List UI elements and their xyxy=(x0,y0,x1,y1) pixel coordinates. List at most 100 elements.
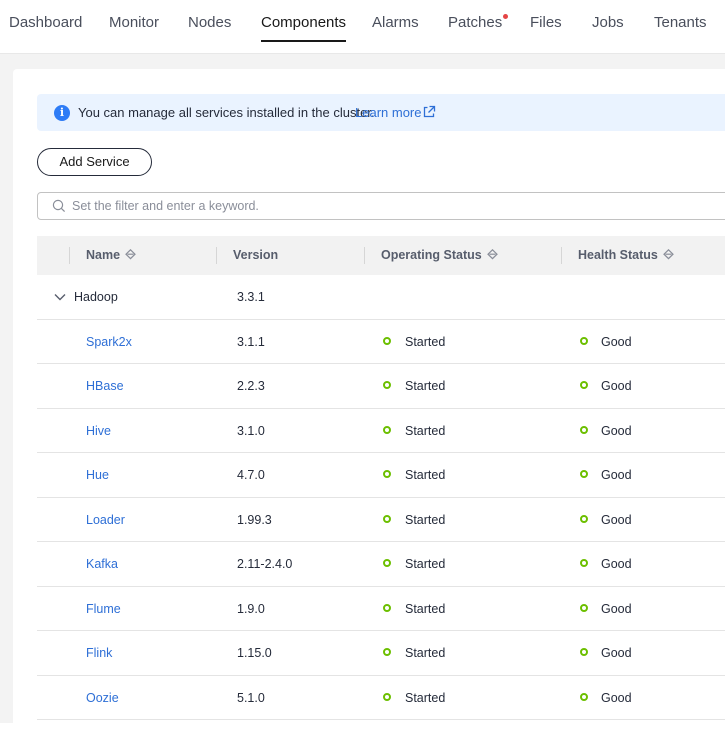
operating-status: Started xyxy=(405,423,446,438)
status-indicator-icon xyxy=(383,425,391,434)
tab-label: Tenants xyxy=(654,14,707,31)
tab-jobs[interactable]: Jobs xyxy=(592,14,624,31)
filter-search-box[interactable] xyxy=(37,192,725,220)
health-indicator-icon xyxy=(580,559,588,567)
service-name-link[interactable]: Hue xyxy=(86,468,109,482)
health-indicator-icon xyxy=(580,381,588,389)
active-tab-indicator xyxy=(261,40,347,42)
column-divider xyxy=(69,247,70,264)
column-divider xyxy=(364,247,365,264)
health-status: Good xyxy=(601,423,632,438)
table-body: Hadoop 3.3.1 Spark2x 3.1.1 Started Good … xyxy=(37,275,725,720)
service-version: 2.11-2.4.0 xyxy=(237,557,293,571)
tab-label: Components xyxy=(261,14,347,31)
search-icon xyxy=(52,199,66,213)
health-status: Good xyxy=(601,512,632,527)
service-name-link[interactable]: Flume xyxy=(86,602,121,616)
health-status: Good xyxy=(601,601,632,616)
group-version: 3.3.1 xyxy=(237,290,265,304)
operating-status: Started xyxy=(405,557,446,571)
tab-label: Jobs xyxy=(592,14,624,31)
search-input[interactable] xyxy=(72,197,672,215)
info-text: You can manage all services installed in… xyxy=(78,105,375,120)
sort-icon[interactable] xyxy=(486,249,498,261)
column-label: Version xyxy=(233,248,279,262)
tab-label: Patches xyxy=(448,14,503,31)
tab-dashboard[interactable]: Dashboard xyxy=(9,14,82,31)
tab-label: Alarms xyxy=(372,14,419,31)
table-row: Flume 1.9.0 Started Good xyxy=(37,587,725,631)
tab-nodes[interactable]: Nodes xyxy=(188,14,231,31)
operating-status: Started xyxy=(405,690,446,705)
service-name-link[interactable]: HBase xyxy=(86,379,124,393)
table-header: Name Version Operating Status Health Sta… xyxy=(37,236,725,275)
info-icon: i xyxy=(54,105,70,121)
status-indicator-icon xyxy=(383,381,391,389)
add-service-button[interactable]: Add Service xyxy=(37,148,152,176)
service-version: 2.2.3 xyxy=(237,379,265,393)
service-name-link[interactable]: Oozie xyxy=(86,691,119,705)
service-name-link[interactable]: Loader xyxy=(86,513,125,527)
table-row: Hue 4.7.0 Started Good xyxy=(37,453,725,498)
health-indicator-icon xyxy=(580,470,588,478)
operating-status: Started xyxy=(405,646,446,660)
sort-icon[interactable] xyxy=(663,249,674,261)
table-row: HBase 2.2.3 Started Good xyxy=(37,364,725,409)
service-version: 5.1.0 xyxy=(237,690,265,705)
external-link-icon[interactable] xyxy=(422,105,436,119)
service-version: 3.1.0 xyxy=(237,423,265,438)
operating-status: Started xyxy=(405,379,446,393)
chevron-down-icon[interactable] xyxy=(53,290,67,304)
column-label: Operating Status xyxy=(381,248,482,262)
table-row: Spark2x 3.1.1 Started Good xyxy=(37,320,725,364)
service-version: 1.9.0 xyxy=(237,601,265,616)
column-header-health-status[interactable]: Health Status xyxy=(578,248,674,262)
table-row: Kafka 2.11-2.4.0 Started Good xyxy=(37,542,725,587)
tab-alarms[interactable]: Alarms xyxy=(372,14,419,31)
health-status: Good xyxy=(601,468,632,482)
operating-status: Started xyxy=(405,512,446,527)
operating-status: Started xyxy=(405,334,446,349)
column-header-version: Version xyxy=(233,248,278,262)
notification-dot xyxy=(503,14,509,19)
column-divider xyxy=(561,247,562,264)
operating-status: Started xyxy=(405,601,446,616)
health-status: Good xyxy=(601,379,632,393)
health-indicator-icon xyxy=(580,336,588,345)
sort-icon[interactable] xyxy=(125,249,136,261)
operating-status: Started xyxy=(405,468,446,482)
components-panel: i You can manage all services installed … xyxy=(13,69,725,729)
service-version: 4.7.0 xyxy=(237,468,265,482)
table-row: Hive 3.1.0 Started Good xyxy=(37,409,725,453)
service-name-link[interactable]: Spark2x xyxy=(86,335,132,349)
learn-more-link[interactable]: Learn more xyxy=(355,105,421,120)
tab-label: Monitor xyxy=(109,14,160,31)
tab-components[interactable]: Components xyxy=(261,14,347,42)
health-indicator-icon xyxy=(580,648,588,656)
column-header-name[interactable]: Name xyxy=(86,248,136,262)
service-rows: Spark2x 3.1.1 Started Good HBase 2.2.3 S… xyxy=(37,320,725,720)
tab-label: Dashboard xyxy=(9,14,83,31)
service-name-link[interactable]: Flink xyxy=(86,646,112,660)
service-version: 3.1.1 xyxy=(237,334,265,349)
top-navigation: Dashboard Monitor Nodes Components Alarm… xyxy=(0,0,725,54)
tab-monitor[interactable]: Monitor xyxy=(109,14,159,31)
status-indicator-icon xyxy=(383,470,391,478)
status-indicator-icon xyxy=(383,648,391,656)
column-header-operating-status[interactable]: Operating Status xyxy=(381,248,498,262)
status-indicator-icon xyxy=(383,336,391,345)
status-indicator-icon xyxy=(383,692,391,701)
table-row: Loader 1.99.3 Started Good xyxy=(37,498,725,542)
column-label: Name xyxy=(86,248,121,262)
service-name-link[interactable]: Hive xyxy=(86,424,111,438)
service-name-link[interactable]: Kafka xyxy=(86,557,118,571)
status-indicator-icon xyxy=(383,559,391,567)
tab-patches[interactable]: Patches xyxy=(448,14,509,31)
health-status: Good xyxy=(601,646,632,660)
tab-label: Nodes xyxy=(188,14,232,31)
tab-tenants[interactable]: Tenants xyxy=(654,14,707,31)
column-label: Health Status xyxy=(578,248,658,262)
table-group-row: Hadoop 3.3.1 xyxy=(37,275,725,320)
health-status: Good xyxy=(601,690,632,705)
tab-files[interactable]: Files xyxy=(530,14,562,31)
